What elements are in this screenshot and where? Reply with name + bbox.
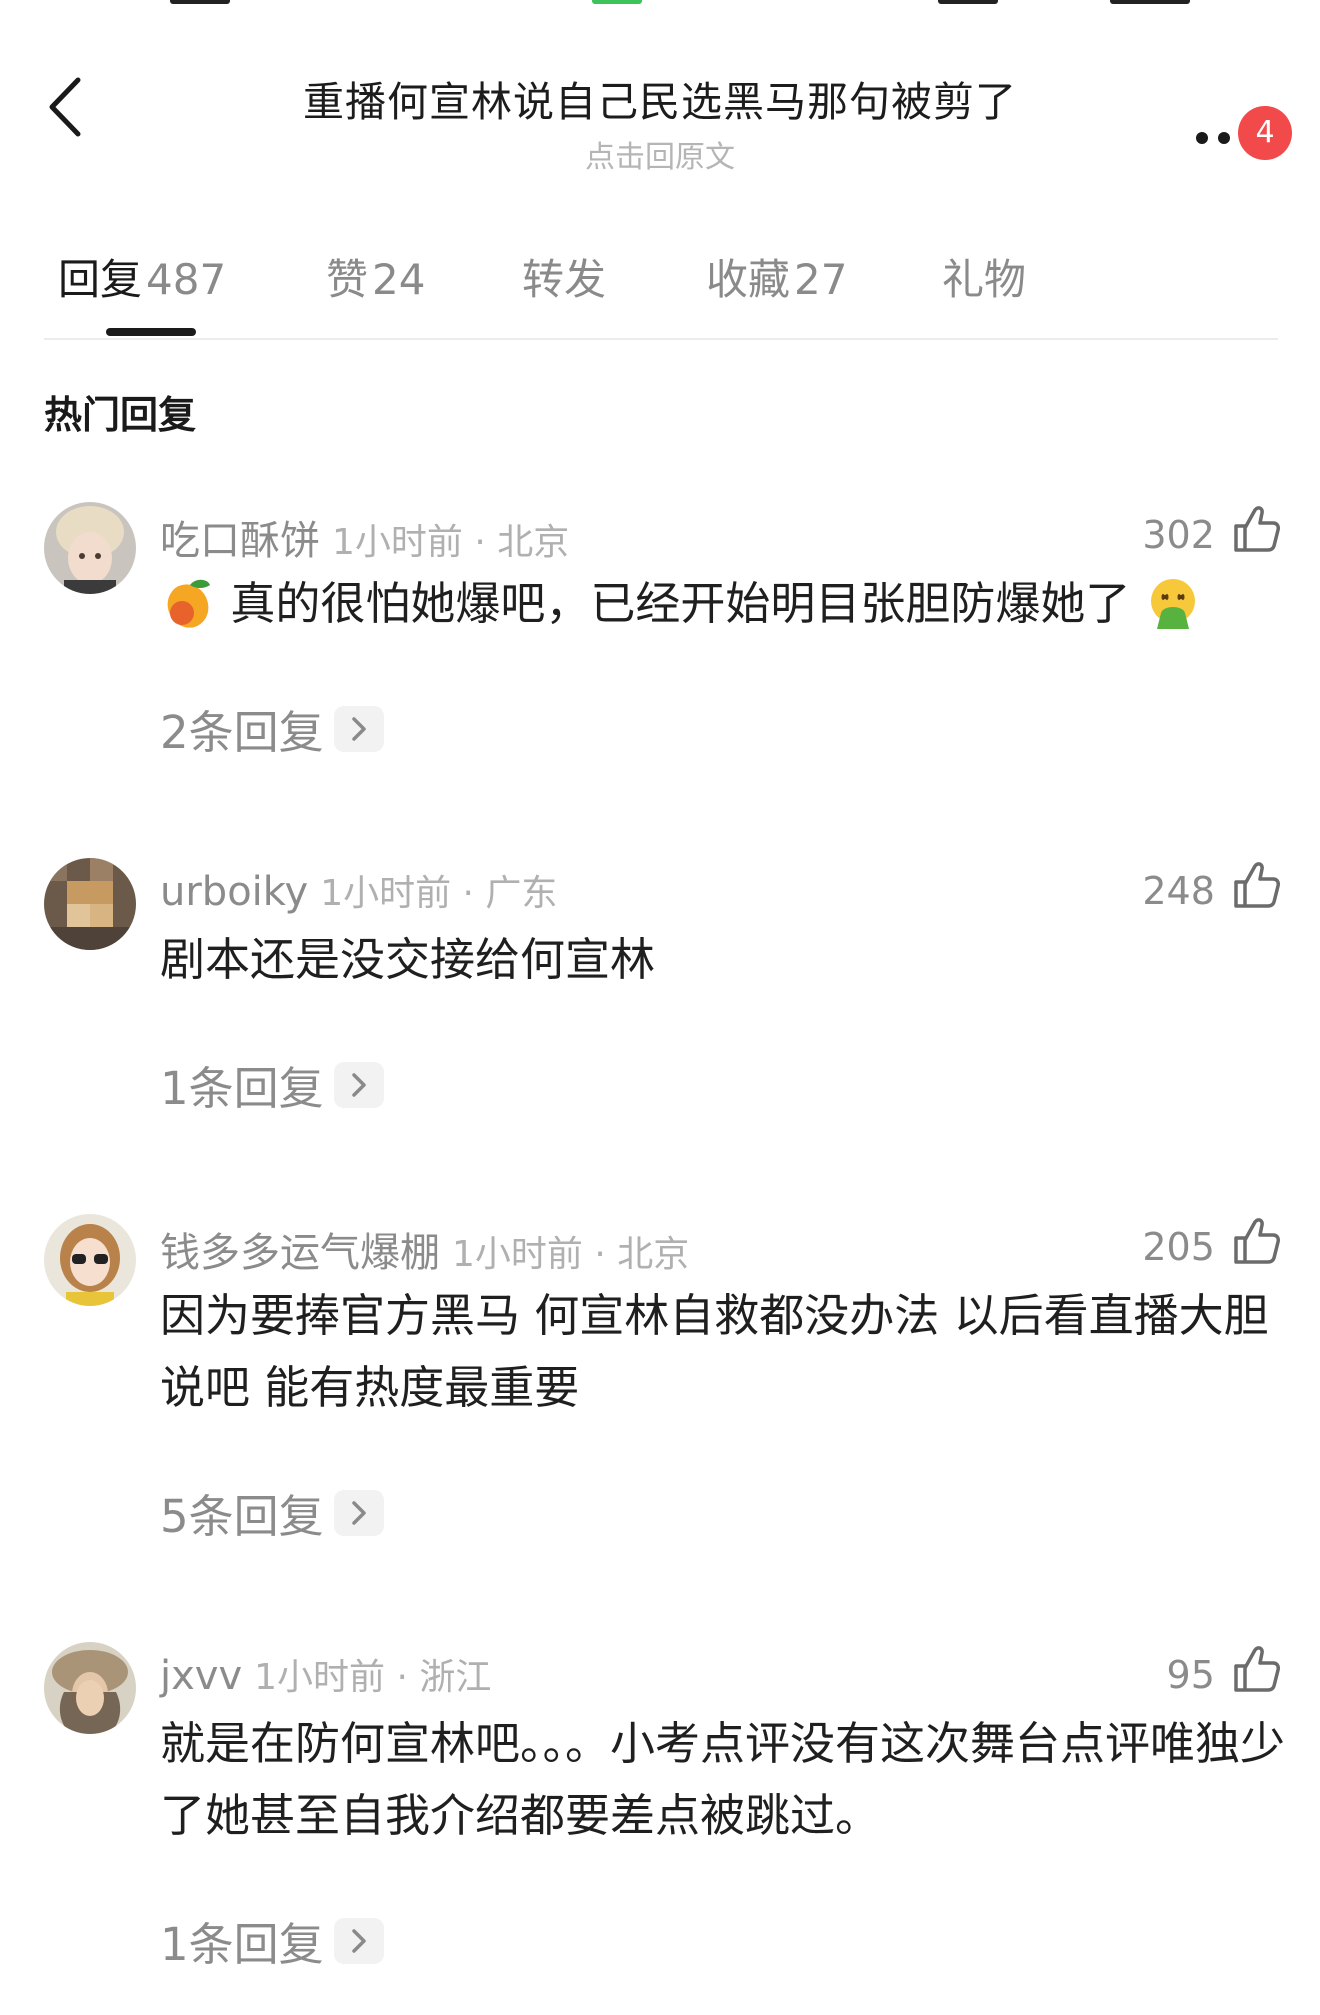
title-block[interactable]: 重播何宣林说自己民选黑马那句被剪了 点击回原文 xyxy=(200,68,1120,176)
tab-bar: 回复487 赞24 转发 收藏27 礼物 xyxy=(0,240,1320,340)
replies-chevron xyxy=(333,1917,384,1964)
tab-count: 24 xyxy=(372,255,426,304)
thumbs-up-icon xyxy=(1234,1646,1280,1692)
avatar[interactable] xyxy=(44,502,136,594)
view-replies-button[interactable]: 1条回复 xyxy=(160,1052,384,1117)
like-count: 205 xyxy=(1142,1225,1215,1269)
divider xyxy=(44,338,1278,340)
tab-count: 487 xyxy=(146,255,227,304)
comment-meta: jxvv 1小时前 · 浙江 xyxy=(160,1648,491,1700)
chevron-right-icon xyxy=(351,1500,366,1525)
tab-label: 转发 xyxy=(522,255,607,304)
avatar[interactable] xyxy=(44,1642,136,1734)
like-count: 302 xyxy=(1142,513,1215,557)
comment-meta: urboiky 1小时前 · 广东 xyxy=(160,864,557,916)
username[interactable]: jxvv xyxy=(160,1653,242,1699)
like-button[interactable]: 205 xyxy=(1142,1216,1280,1276)
comment-text: 就是在防何宣林吧。。。小考点评没有这次舞台点评唯独少了她甚至自我介绍都要差点被跳… xyxy=(160,1717,1286,1842)
face-vomiting-emoji-icon xyxy=(1150,579,1195,629)
top-nav-bar: 重播何宣林说自己民选黑马那句被剪了 点击回原文 4 xyxy=(0,50,1320,175)
signal-icon xyxy=(938,0,998,4)
username[interactable]: 吃口酥饼 xyxy=(160,518,320,564)
comment-item: 吃口酥饼 1小时前 · 北京 302 真的很怕她爆吧，已经开始明目张胆防爆她了 2… xyxy=(0,502,1320,762)
tab-label: 回复 xyxy=(58,255,143,304)
active-tab-indicator xyxy=(106,328,196,336)
replies-chevron xyxy=(333,705,384,752)
avatar[interactable] xyxy=(44,858,136,950)
status-bar xyxy=(0,0,1320,8)
view-replies-button[interactable]: 1条回复 xyxy=(160,1908,384,1973)
comment-text: 真的很怕她爆吧，已经开始明目张胆防爆她了 xyxy=(160,568,1290,640)
replies-count-label: 5条回复 xyxy=(160,1490,324,1543)
like-button[interactable]: 95 xyxy=(1167,1644,1280,1704)
tab-gifts[interactable]: 礼物 xyxy=(942,246,1026,307)
status-clock-fragment xyxy=(170,0,230,4)
more-dot-icon xyxy=(1196,132,1208,144)
comment-item: jxvv 1小时前 · 浙江 95 就是在防何宣林吧。。。小考点评没有这次舞台点评… xyxy=(0,1642,1320,1971)
replies-count-label: 1条回复 xyxy=(160,1062,324,1115)
comment-meta: 钱多多运气爆棚 1小时前 · 北京 xyxy=(160,1220,689,1278)
tab-label: 赞 xyxy=(326,255,369,304)
tab-likes[interactable]: 赞24 xyxy=(326,246,425,307)
comment-text: 剧本还是没交接给何宣林 xyxy=(160,933,656,986)
replies-chevron xyxy=(333,1061,384,1108)
like-button[interactable]: 248 xyxy=(1142,860,1280,920)
comment-text: 因为要捧官方黑马 何宣林自救都没办法 以后看直播大胆说吧 能有热度最重要 xyxy=(160,1289,1269,1414)
chevron-right-icon xyxy=(351,1072,366,1097)
avatar[interactable] xyxy=(44,1214,136,1306)
tab-reposts[interactable]: 转发 xyxy=(522,246,606,307)
view-replies-button[interactable]: 2条回复 xyxy=(160,696,384,761)
like-count: 248 xyxy=(1142,869,1215,913)
chevron-right-icon xyxy=(351,1928,366,1953)
thumbs-up-icon xyxy=(1234,862,1280,908)
notification-badge: 4 xyxy=(1238,106,1292,160)
tab-replies[interactable]: 回复487 xyxy=(58,246,226,307)
comment-text-content: 真的很怕她爆吧，已经开始明目张胆防爆她了 xyxy=(230,577,1131,630)
comment-time-location: 1小时前 · 北京 xyxy=(452,1234,690,1275)
mango-emoji-icon xyxy=(167,579,210,628)
page-title: 重播何宣林说自己民选黑马那句被剪了 xyxy=(303,78,1017,126)
tab-count: 27 xyxy=(794,255,848,304)
like-count: 95 xyxy=(1166,1653,1215,1697)
comment-item: 钱多多运气爆棚 1小时前 · 北京 205 因为要捧官方黑马 何宣林自救都没办法 … xyxy=(0,1214,1320,1543)
comment-time-location: 1小时前 · 北京 xyxy=(332,522,570,563)
battery-icon xyxy=(1110,0,1190,4)
replies-count-label: 2条回复 xyxy=(160,706,324,759)
comment-meta: 吃口酥饼 1小时前 · 北京 xyxy=(160,508,569,566)
chevron-left-icon xyxy=(49,77,81,137)
tab-favorites[interactable]: 收藏27 xyxy=(706,246,847,307)
tab-label: 礼物 xyxy=(942,255,1027,304)
view-replies-button[interactable]: 5条回复 xyxy=(160,1480,384,1545)
username[interactable]: urboiky xyxy=(160,869,308,915)
like-button[interactable]: 302 xyxy=(1142,504,1280,564)
comment-time-location: 1小时前 · 广东 xyxy=(320,873,558,914)
comment-item: urboiky 1小时前 · 广东 248 剧本还是没交接给何宣林 1条回复 xyxy=(0,858,1320,1118)
more-dot-icon xyxy=(1218,132,1230,144)
chevron-right-icon xyxy=(351,716,366,741)
tab-label: 收藏 xyxy=(706,255,791,304)
replies-count-label: 1条回复 xyxy=(160,1918,324,1971)
replies-chevron xyxy=(333,1489,384,1536)
status-indicator-fragment xyxy=(592,0,642,4)
username[interactable]: 钱多多运气爆棚 xyxy=(160,1230,440,1276)
back-button[interactable] xyxy=(38,72,98,142)
view-original-link[interactable]: 点击回原文 xyxy=(200,132,1120,176)
thumbs-up-icon xyxy=(1234,1218,1280,1264)
section-title: 热门回复 xyxy=(44,393,197,437)
thumbs-up-icon xyxy=(1234,506,1280,552)
comment-time-location: 1小时前 · 浙江 xyxy=(254,1657,492,1698)
